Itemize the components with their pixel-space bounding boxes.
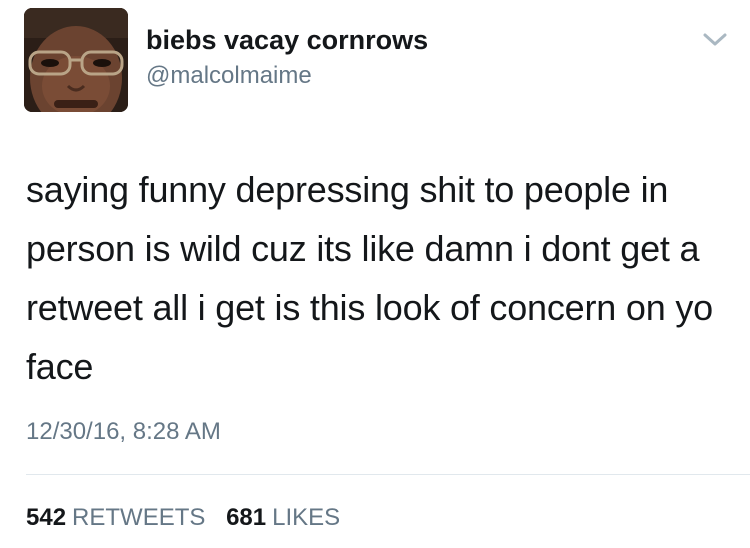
likes-count: 681 bbox=[226, 504, 267, 531]
retweets-count: 542 bbox=[26, 504, 67, 531]
display-name[interactable]: biebs vacay cornrows bbox=[146, 25, 428, 56]
tweet-timestamp[interactable]: 12/30/16, 8:28 AM bbox=[26, 418, 221, 446]
likes-stat[interactable]: 681 LIKES bbox=[226, 504, 340, 532]
retweets-stat[interactable]: 542 RETWEETS bbox=[26, 504, 205, 532]
chevron-down-icon[interactable] bbox=[700, 30, 730, 50]
likes-label: LIKES bbox=[272, 504, 341, 531]
tweet-card: biebs vacay cornrows @malcolmaime saying… bbox=[0, 0, 750, 548]
retweets-label: RETWEETS bbox=[72, 504, 206, 531]
user-handle[interactable]: @malcolmaime bbox=[146, 62, 312, 90]
avatar[interactable] bbox=[24, 8, 128, 112]
avatar-image bbox=[24, 8, 128, 112]
tweet-text: saying funny depressing shit to people i… bbox=[26, 169, 713, 387]
divider bbox=[26, 474, 750, 475]
tweet-stats: 542 RETWEETS 681 LIKES bbox=[26, 504, 340, 532]
